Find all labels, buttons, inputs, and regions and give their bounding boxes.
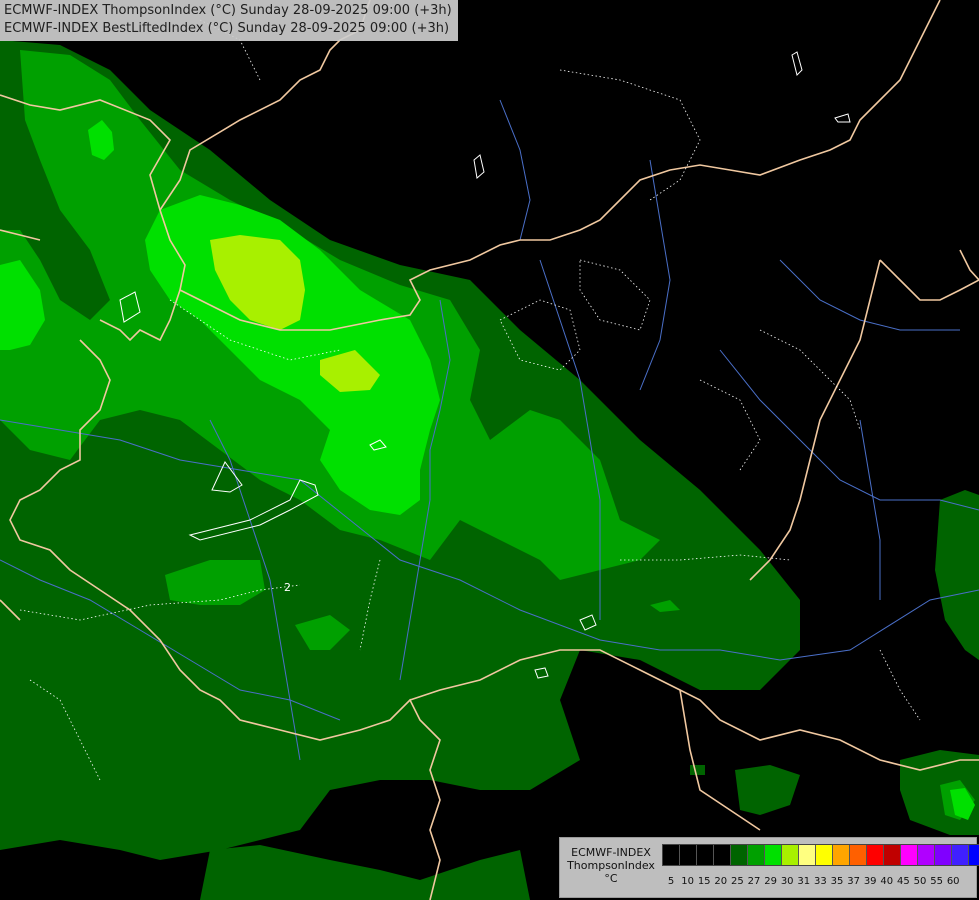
legend-swatch: [918, 845, 935, 865]
legend-swatch: [901, 845, 918, 865]
legend-tick: 10: [681, 876, 694, 887]
title-box: ECMWF-INDEX ThompsonIndex (°C) Sunday 28…: [0, 0, 458, 41]
legend-tick: 31: [797, 876, 811, 887]
contour-label: 2: [284, 581, 291, 594]
legend-tick: 55: [930, 876, 943, 887]
legend-swatch: [714, 845, 731, 865]
legend-swatch: [663, 845, 680, 865]
legend-color-bar: [662, 844, 979, 866]
legend-tick: 50: [913, 876, 927, 887]
weather-map: 2: [0, 0, 979, 900]
legend-swatch: [935, 845, 952, 865]
legend-swatch: [850, 845, 867, 865]
legend-tick: 29: [764, 876, 777, 887]
legend-swatch: [867, 845, 884, 865]
legend-swatch: [697, 845, 714, 865]
legend-tick: 37: [847, 876, 860, 887]
legend-tick: 30: [780, 876, 794, 887]
legend-swatch: [765, 845, 782, 865]
legend-swatch: [884, 845, 901, 865]
legend-swatch: [833, 845, 850, 865]
legend-swatch: [748, 845, 765, 865]
legend-swatch: [731, 845, 748, 865]
legend-tick: 27: [747, 876, 761, 887]
color-legend: ECMWF-INDEX ThompsonIndex °C 5 10 15 20 25 27…: [559, 837, 979, 898]
legend-title-parameter: ThompsonIndex: [567, 859, 655, 872]
legend-tick: 20: [714, 876, 728, 887]
legend-tick: 33: [814, 876, 827, 887]
legend-swatch: [680, 845, 697, 865]
legend-tick: 15: [697, 876, 711, 887]
legend-swatch: [799, 845, 816, 865]
title-line-thompson: ECMWF-INDEX ThompsonIndex (°C) Sunday 28…: [4, 3, 452, 18]
legend-swatch: [816, 845, 833, 865]
legend-tick: 35: [830, 876, 844, 887]
legend-tick: 40: [880, 876, 894, 887]
legend-tick: 39: [863, 876, 877, 887]
legend-title-model: ECMWF-INDEX: [571, 846, 651, 859]
title-line-bestlifted: ECMWF-INDEX BestLiftedIndex (°C) Sunday …: [4, 21, 450, 36]
legend-title: ECMWF-INDEX ThompsonIndex °C: [564, 846, 658, 885]
legend-tick: 5: [667, 876, 675, 887]
legend-swatch: [952, 845, 969, 865]
legend-swatch: [969, 845, 979, 865]
legend-title-unit: °C: [604, 872, 618, 885]
legend-tick: 25: [731, 876, 744, 887]
legend-tick: 60: [946, 876, 960, 887]
legend-tick: 45: [897, 876, 910, 887]
legend-swatch: [782, 845, 799, 865]
